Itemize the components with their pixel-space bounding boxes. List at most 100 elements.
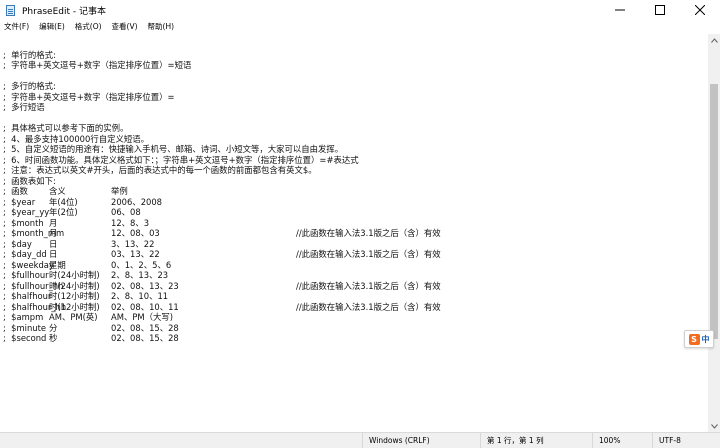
text-line: ; $minute 分 02、08、15、28 [3, 323, 708, 334]
scroll-up-button[interactable] [708, 34, 720, 46]
text-line: ; 函数表如下: [3, 176, 708, 187]
text-line-segment: 星期 [49, 259, 66, 270]
text-editor[interactable]: ; 单行的格式:; 字符串+英文逗号+数字（指定排序位置）=短语 ; 多行的格式:… [0, 34, 708, 432]
text-line-segment: ; 6、时间函数功能。具体定义格式如下：；字符串+英文逗号+数字（指定排序位置）… [3, 154, 359, 165]
text-line-segment: ; 字符串+英文逗号+数字（指定排序位置）=短语 [3, 60, 192, 70]
menu-format[interactable]: 格式(O) [70, 20, 107, 34]
text-line-segment: ; 多行的格式: [3, 81, 56, 91]
vertical-scrollbar[interactable] [708, 34, 720, 432]
text-line: ; $halfhour_hh 时(12小时制) 02、08、10、11//此函数在输… [3, 302, 708, 313]
text-line-segment: AM、PM（大写) [111, 312, 173, 322]
text-line-segment: 12、8、3 [111, 217, 150, 228]
text-line: ; 具体格式可以参考下面的实例。 [3, 123, 708, 134]
text-line [3, 113, 708, 124]
text-line-segment: 02、08、10、11 [111, 301, 179, 312]
text-line-segment: ; $halfhour [3, 291, 52, 301]
status-bar: Windows (CRLF) 第 1 行，第 1 列 100% UTF-8 [0, 432, 720, 448]
text-line-segment: 年(2位) [49, 207, 78, 217]
text-line-segment: ; $month [3, 217, 44, 228]
text-line-segment: ; $day [3, 238, 32, 249]
text-line: ; $day 日 3、13、22 [3, 239, 708, 250]
status-cursor-position: 第 1 行，第 1 列 [480, 433, 544, 448]
maximize-button[interactable] [640, 0, 680, 20]
text-line: ; $halfhour 时(12小时制) 2、8、10、11 [3, 291, 708, 302]
text-line-segment: 含义 [49, 186, 66, 196]
text-line-segment: 举例 [111, 186, 128, 196]
text-line: ; $second 秒 02、08、15、28 [3, 333, 708, 344]
minimize-button[interactable] [600, 0, 640, 20]
text-line: ; 多行的格式: [3, 81, 708, 92]
text-line: ; $year 年(4位) 2006、2008 [3, 197, 708, 208]
text-line: ; 多行短语 [3, 102, 708, 113]
text-line-segment: //此函数在输入法3.1版之后（含）有效 [296, 249, 441, 259]
status-line-ending: Windows (CRLF) [362, 433, 430, 448]
text-line-segment: ; 具体格式可以参考下面的实例。 [3, 123, 129, 133]
text-line: ; 字符串+英文逗号+数字（指定排序位置）= [3, 92, 708, 103]
text-line: ; 字符串+英文逗号+数字（指定排序位置）=短语 [3, 60, 708, 71]
text-line-segment: 0、1、2、5、6 [111, 259, 172, 270]
close-button[interactable] [680, 0, 720, 20]
text-line: ; $month_mm 月 12、08、03//此函数在输入法3.1版之后（含）有效 [3, 228, 708, 239]
text-line-segment: 时(24小时制) [49, 280, 100, 291]
text-line-segment: 2、8、10、11 [111, 291, 169, 301]
text-line-segment: ; 函数表如下: [3, 175, 56, 186]
menu-edit[interactable]: 编辑(E) [34, 20, 70, 34]
notepad-icon [5, 4, 17, 16]
close-icon [695, 5, 705, 15]
text-line-segment: 月 [49, 217, 58, 228]
menu-view[interactable]: 查看(V) [107, 20, 143, 34]
text-line-segment: ; $year [3, 196, 36, 207]
text-line-segment: 日 [49, 249, 58, 259]
text-line-segment: ; $second [3, 333, 47, 343]
text-line-segment: 06、08 [111, 207, 141, 217]
text-line-segment: 2006、2008 [111, 196, 163, 207]
scroll-thumb[interactable] [710, 84, 718, 339]
text-line: ; 函数 含义 举例 [3, 186, 708, 197]
editor-text[interactable]: ; 单行的格式:; 字符串+英文逗号+数字（指定排序位置）=短语 ; 多行的格式:… [3, 39, 708, 344]
text-line: ; 注意：表达式以英文#开头，后面的表达式中的每一个函数的前面都包含有英文$。 [3, 165, 708, 176]
text-line-segment: 分 [49, 322, 58, 333]
ime-indicator[interactable]: S 中 [684, 330, 714, 348]
text-line: ; $ampm AM、PM(英) AM、PM（大写) [3, 312, 708, 323]
text-line-segment: //此函数在输入法3.1版之后（含）有效 [296, 228, 441, 238]
text-line: ; $fullhour 时(24小时制) 2、8、13、23 [3, 270, 708, 281]
menu-bar: 文件(F) 编辑(E) 格式(O) 查看(V) 帮助(H) [0, 20, 720, 34]
text-line: ; $year_yy 年(2位) 06、08 [3, 207, 708, 218]
text-line [3, 71, 708, 82]
text-line-segment: ; 字符串+英文逗号+数字（指定排序位置）= [3, 91, 175, 102]
text-line: ; 6、时间函数功能。具体定义格式如下：；字符串+英文逗号+数字（指定排序位置）… [3, 155, 708, 166]
text-line: ; $month 月 12、8、3 [3, 218, 708, 229]
status-zoom: 100% [592, 433, 620, 448]
ime-language-label: 中 [701, 334, 710, 344]
menu-file[interactable]: 文件(F) [0, 20, 34, 34]
sogou-logo-icon: S [688, 333, 700, 345]
text-line: ; $day_dd 日 03、13、22 //此函数在输入法3.1版之后（含）有效 [3, 249, 708, 260]
text-line [3, 39, 708, 50]
menu-help[interactable]: 帮助(H) [143, 20, 180, 34]
text-line-segment: 秒 [49, 333, 58, 343]
text-line-segment: ; 注意：表达式以英文#开头，后面的表达式中的每一个函数的前面都包含有英文$。 [3, 165, 317, 175]
text-line-segment: ; 单行的格式: [3, 49, 56, 60]
text-line-segment: 02、08、15、28 [111, 322, 179, 333]
minimize-icon [615, 9, 625, 11]
text-line-segment: 月 [49, 228, 58, 238]
text-line-segment: ; $minute [3, 322, 47, 333]
text-line: ; $weekday 星期 0、1、2、5、6 [3, 260, 708, 271]
scroll-down-button[interactable] [708, 420, 720, 432]
maximize-icon [655, 5, 665, 15]
text-line-segment: //此函数在输入法3.1版之后（含）有效 [296, 301, 441, 312]
text-line-segment: ; $weekday [3, 259, 54, 270]
title-bar[interactable]: PhraseEdit - 记事本 [0, 0, 720, 20]
text-line: ; 单行的格式: [3, 50, 708, 61]
text-line-segment: //此函数在输入法3.1版之后（含）有效 [296, 280, 441, 291]
text-line-segment: ; 函数 [3, 186, 28, 196]
text-line-segment: ; 5、自定义短语的用途有：快捷输入手机号、邮箱、诗词、小短文等，大家可以自由发… [3, 144, 344, 154]
window-title: PhraseEdit - 记事本 [22, 6, 106, 17]
text-line-segment: 3、13、22 [111, 238, 155, 249]
text-line-segment: 时(12小时制) [49, 291, 100, 301]
text-line-segment: 02、08、13、23 [111, 280, 179, 291]
chevron-up-icon [710, 37, 718, 43]
text-line-segment: 02、08、15、28 [111, 333, 179, 343]
text-line-segment: 时(24小时制) [49, 270, 100, 280]
text-line-segment: AM、PM(英) [49, 312, 98, 322]
